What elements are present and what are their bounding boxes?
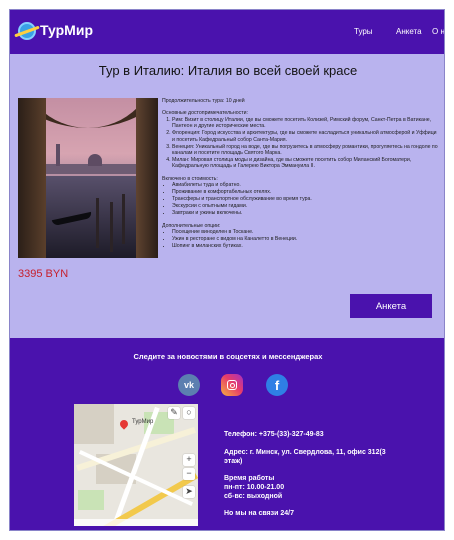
- list-item: Проживание в комфортабельных отелях.: [172, 189, 438, 195]
- list-item: Трансферы и транспортное обслуживание во…: [172, 196, 438, 202]
- vk-icon[interactable]: vk: [178, 374, 200, 396]
- nav-about[interactable]: О нас: [432, 27, 444, 36]
- hours-weekdays: пн-пт: 10.00-21.00: [224, 484, 285, 491]
- list-item: Флоренция: Город искусства и архитектуры…: [172, 130, 438, 143]
- location-map[interactable]: ТурМир ✎ ○ + − ➤: [74, 404, 198, 526]
- hours-weekend: сб-вс: выходной: [224, 493, 283, 500]
- sights-list: Рим: Визит в столицу Италии, где вы смож…: [172, 117, 438, 170]
- tour-description: Продолжительность тура: 10 дней Основные…: [162, 98, 438, 255]
- list-item: Рим: Визит в столицу Италии, где вы смож…: [172, 117, 438, 130]
- list-item: Завтраки и ужины включены.: [172, 210, 438, 216]
- venice-photo: [18, 98, 158, 258]
- logo-text[interactable]: ТурМир: [40, 22, 93, 38]
- tour-price: 3395 BYN: [18, 268, 69, 280]
- instagram-icon[interactable]: [221, 374, 243, 396]
- anketa-button[interactable]: Анкета: [350, 294, 432, 318]
- phone-text: Телефон: +375-(33)-327-49-83: [224, 431, 324, 438]
- nav-tours[interactable]: Туры: [354, 27, 373, 36]
- pencil-icon[interactable]: ✎: [168, 407, 180, 419]
- included-list: Авиабилеты туда и обратно. Проживание в …: [172, 182, 438, 216]
- locate-icon[interactable]: ➤: [183, 486, 195, 498]
- list-item: Авиабилеты туда и обратно.: [172, 182, 438, 188]
- address-line-1: Адрес: г. Минск, ул. Свердлова, 11, офис…: [224, 449, 386, 456]
- list-item: Милан: Мировая столица моды и дизайна, г…: [172, 157, 438, 170]
- site-header: ТурМир Туры Анкета О нас: [10, 10, 444, 54]
- facebook-icon[interactable]: f: [266, 374, 288, 396]
- circle-icon[interactable]: ○: [183, 407, 195, 419]
- online-text: Но мы на связи 24/7: [224, 510, 294, 517]
- list-item: Венеция: Уникальный город на воде, где в…: [172, 144, 438, 157]
- zoom-out-icon[interactable]: −: [183, 468, 195, 480]
- list-item: Посещение виноделен в Тоскане.: [172, 229, 438, 235]
- list-item: Ужин в ресторане с видом на Каналетто в …: [172, 236, 438, 242]
- page-frame: ТурМир Туры Анкета О нас Тур в Италию: И…: [9, 9, 445, 531]
- planet-logo-icon[interactable]: [18, 22, 36, 40]
- page-title: Тур в Италию: Италия во всей своей красе: [98, 63, 358, 78]
- list-item: Шопинг в миланских бутиках.: [172, 243, 438, 249]
- site-footer: Следите за новостями в соцсетях и мессен…: [10, 338, 444, 530]
- follow-text: Следите за новостями в соцсетях и мессен…: [133, 352, 323, 361]
- extra-list: Посещение виноделен в Тоскане. Ужин в ре…: [172, 229, 438, 249]
- hours-title: Время работы: [224, 475, 275, 482]
- zoom-in-icon[interactable]: +: [183, 454, 195, 466]
- map-pin-icon[interactable]: [118, 418, 130, 430]
- nav-anketa[interactable]: Анкета: [396, 27, 422, 36]
- map-attribution-bar: [74, 519, 198, 526]
- map-label: ТурМир: [132, 419, 154, 425]
- list-item: Экскурсии с опытными гидами.: [172, 203, 438, 209]
- address-line-2: этаж): [224, 458, 243, 465]
- duration-text: Продолжительность тура: 10 дней: [162, 98, 245, 104]
